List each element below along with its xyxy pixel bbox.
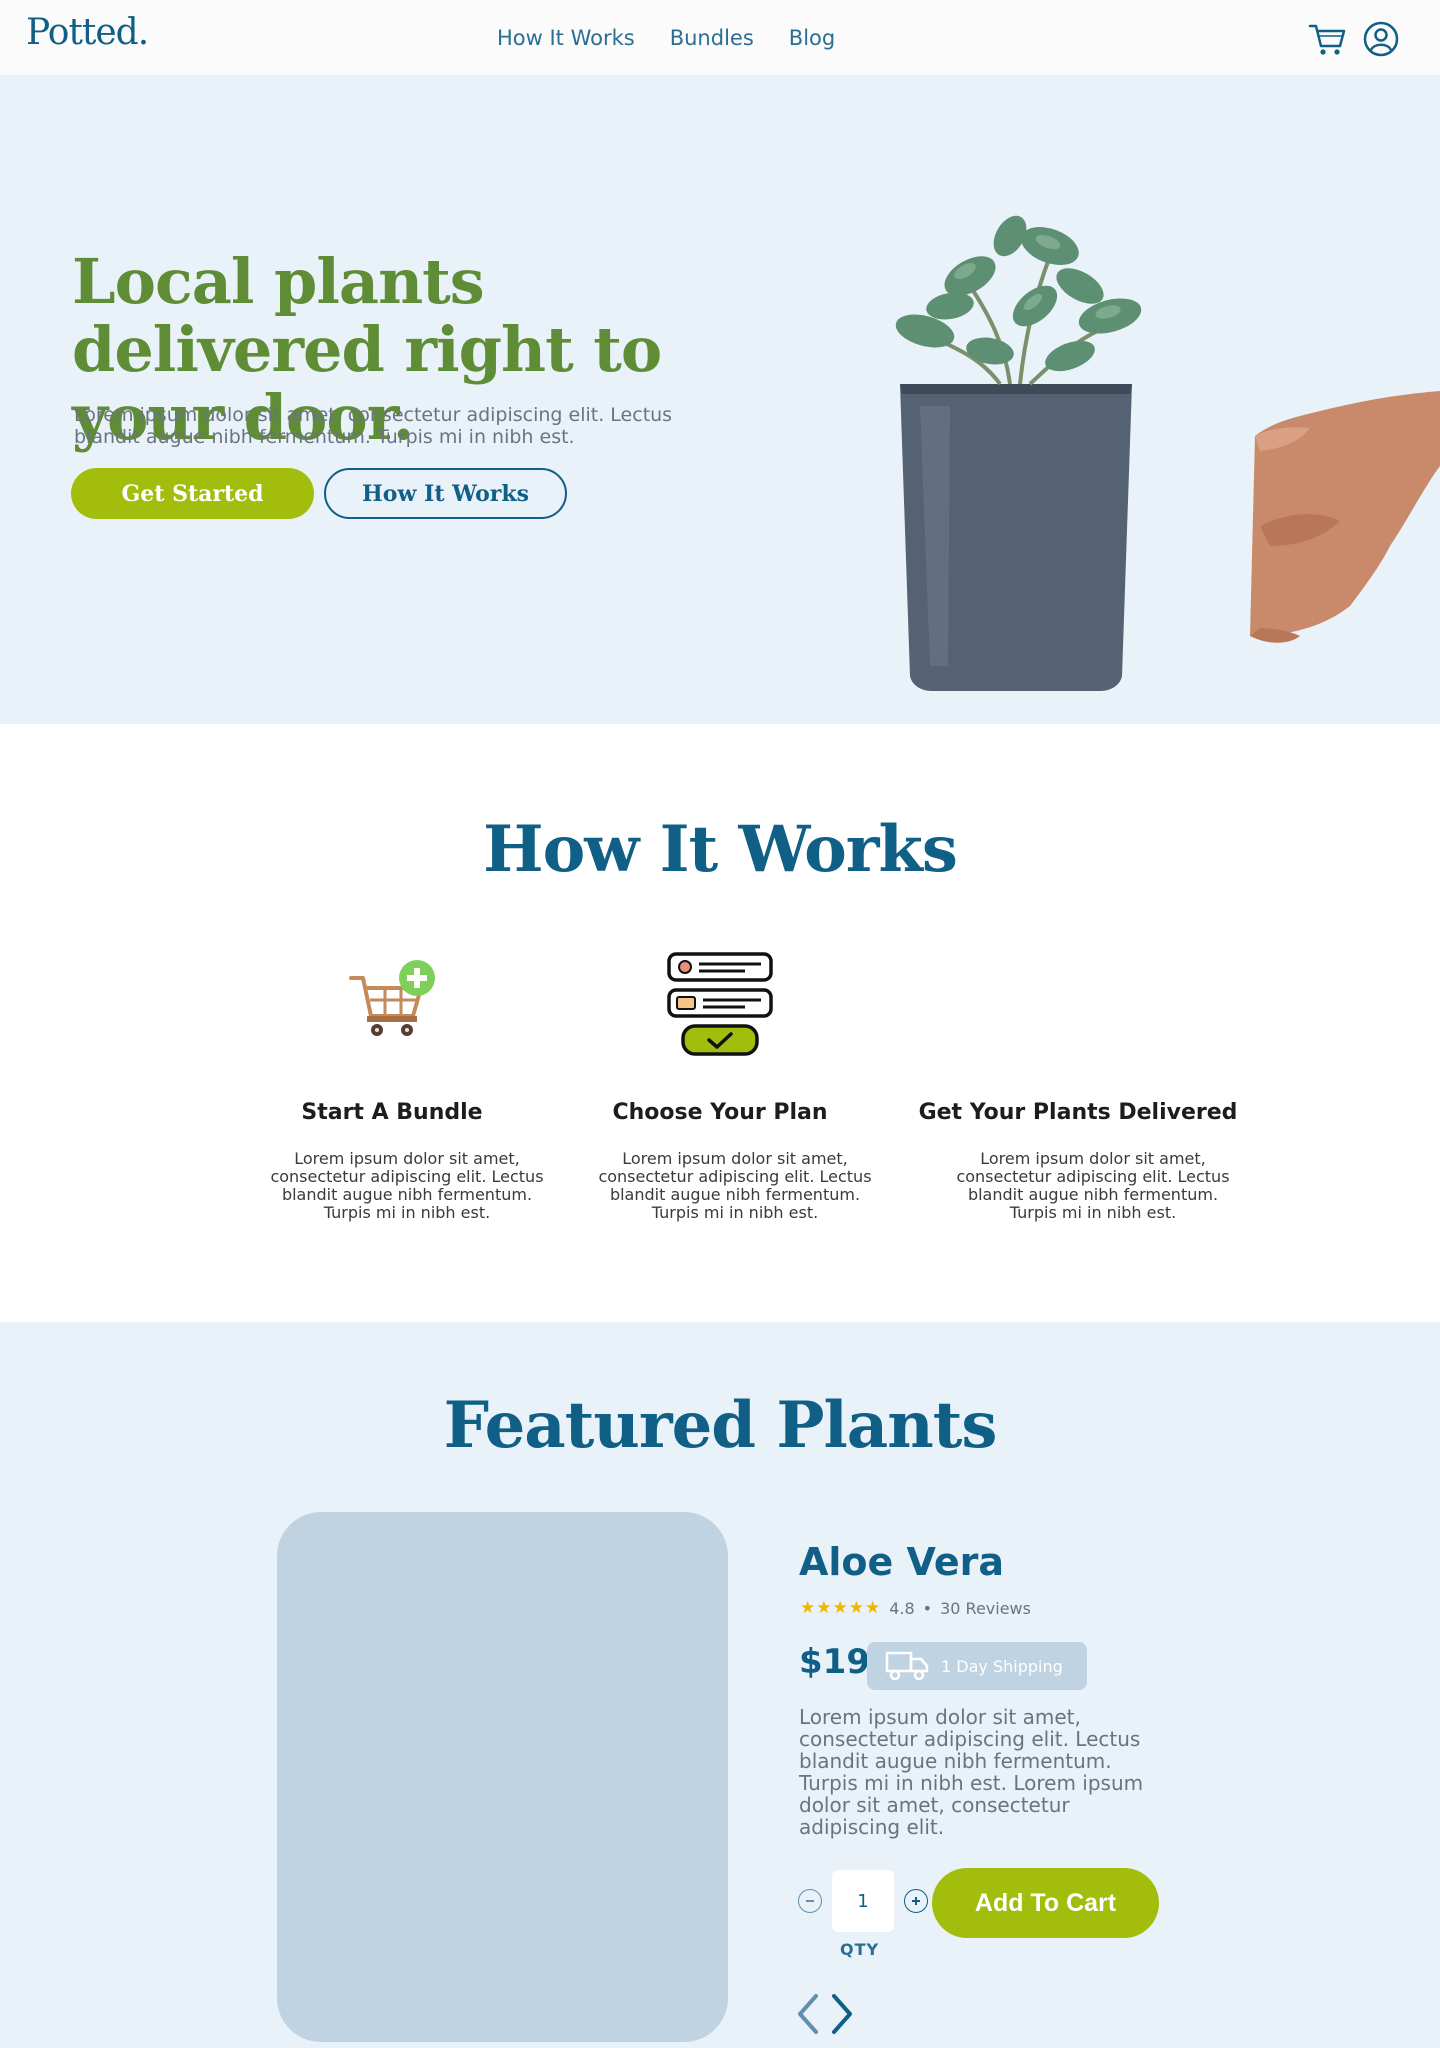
shipping-label: 1 Day Shipping bbox=[941, 1656, 1063, 1676]
step-title: Get Your Plants Delivered bbox=[918, 1100, 1238, 1125]
plan-list-icon bbox=[665, 950, 775, 1060]
step-title: Start A Bundle bbox=[301, 1100, 483, 1125]
quantity-input[interactable]: 1 bbox=[832, 1870, 894, 1932]
top-nav: Potted. How It Works Bundles Blog bbox=[0, 0, 1440, 76]
quantity-increase-button[interactable] bbox=[904, 1889, 928, 1913]
nav-link-blog[interactable]: Blog bbox=[789, 26, 835, 50]
chevron-left-icon[interactable] bbox=[796, 1992, 820, 2036]
truck-icon bbox=[885, 1647, 929, 1685]
review-count[interactable]: 30 Reviews bbox=[940, 1599, 1031, 1618]
featured-plants-title: Featured Plants bbox=[443, 1388, 998, 1463]
rating-separator: • bbox=[922, 1598, 933, 1618]
minus-icon bbox=[806, 1900, 814, 1902]
nav-link-bundles[interactable]: Bundles bbox=[670, 26, 754, 50]
how-it-works-section: How It Works Start A Bundle Lorem ipsum … bbox=[0, 724, 1440, 1322]
quantity-decrease-button[interactable] bbox=[798, 1889, 822, 1913]
add-to-cart-button[interactable]: Add To Cart bbox=[932, 1868, 1159, 1938]
hero-section: Local plants delivered right to your doo… bbox=[0, 76, 1440, 724]
nav-icon-group bbox=[1308, 20, 1402, 58]
nav-links: How It Works Bundles Blog bbox=[497, 26, 835, 50]
star-rating-icon: ★★★★★ bbox=[800, 1598, 882, 1618]
step-choose-plan: Choose Your Plan Lorem ipsum dolor sit a… bbox=[560, 724, 880, 1222]
quantity-label: QTY bbox=[840, 1940, 880, 1959]
hero-subtitle: Lorem ipsum dolor sit amet, consectetur … bbox=[74, 404, 673, 448]
product-price: $19 bbox=[799, 1642, 870, 1682]
step-description: Lorem ipsum dolor sit amet, consectetur … bbox=[270, 1149, 544, 1222]
product-name: Aloe Vera bbox=[799, 1540, 1005, 1584]
featured-plants-section: Featured Plants Aloe Vera ★★★★★ 4.8 • 30… bbox=[0, 1322, 1440, 2048]
quantity-stepper: 1 bbox=[798, 1870, 928, 1932]
rating-value: 4.8 bbox=[889, 1598, 915, 1618]
account-icon[interactable] bbox=[1362, 20, 1402, 58]
step-description: Lorem ipsum dolor sit amet, consectetur … bbox=[956, 1149, 1230, 1222]
hero-plant-image bbox=[820, 166, 1440, 724]
shipping-badge: 1 Day Shipping bbox=[867, 1642, 1087, 1690]
step-start-bundle: Start A Bundle Lorem ipsum dolor sit ame… bbox=[232, 724, 552, 1222]
get-started-button[interactable]: Get Started bbox=[71, 468, 314, 519]
product-description: Lorem ipsum dolor sit amet, consectetur … bbox=[799, 1705, 1144, 1839]
plus-icon bbox=[912, 1897, 920, 1905]
nav-link-how-it-works[interactable]: How It Works bbox=[497, 26, 635, 50]
chevron-right-icon[interactable] bbox=[830, 1992, 854, 2036]
product-image-placeholder bbox=[277, 1512, 728, 2042]
step-title: Choose Your Plan bbox=[612, 1100, 828, 1125]
cart-plus-icon bbox=[337, 950, 447, 1060]
step-description: Lorem ipsum dolor sit amet, consectetur … bbox=[598, 1149, 872, 1222]
cart-icon[interactable] bbox=[1308, 20, 1348, 58]
step-plants-delivered: Get Your Plants Delivered Lorem ipsum do… bbox=[918, 724, 1238, 1222]
brand-logo[interactable]: Potted. bbox=[26, 12, 149, 53]
product-rating: ★★★★★ 4.8 • 30 Reviews bbox=[800, 1598, 1031, 1618]
how-it-works-button[interactable]: How It Works bbox=[324, 468, 567, 519]
carousel-controls bbox=[796, 1992, 854, 2036]
